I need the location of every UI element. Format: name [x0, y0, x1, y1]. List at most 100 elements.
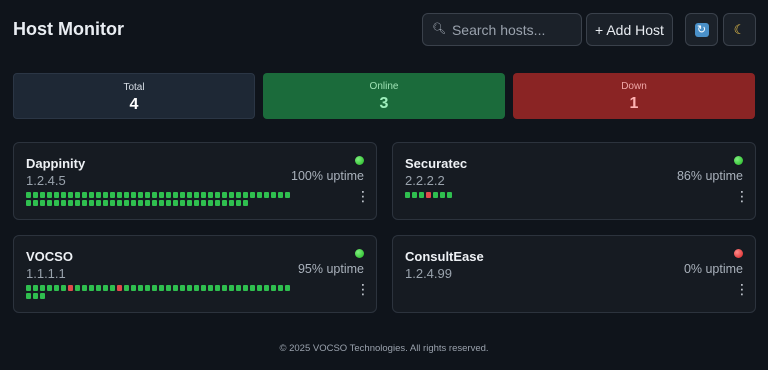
- host-uptime: 95% uptime: [297, 262, 364, 276]
- heartbeat-ok: [26, 192, 31, 198]
- heartbeat-ok: [131, 200, 136, 206]
- footer-copyright: © 2025 VOCSO Technologies. All rights re…: [279, 343, 489, 354]
- heartbeat-ok: [61, 200, 66, 206]
- add-host-button[interactable]: + Add Host: [586, 13, 673, 46]
- heartbeat-ok: [145, 200, 150, 206]
- heartbeat-ok: [243, 200, 248, 206]
- heartbeat-ok: [159, 285, 164, 291]
- heartbeat-ok: [75, 192, 80, 198]
- heartbeat-ok: [124, 200, 129, 206]
- more-options-icon[interactable]: ⋮: [356, 189, 370, 203]
- heartbeat-ok: [68, 200, 73, 206]
- heartbeat-ok: [222, 200, 227, 206]
- heartbeat-ok: [54, 285, 59, 291]
- host-card-consultease[interactable]: ConsultEase 1.2.4.99 0% uptime ⋮: [392, 235, 756, 313]
- heartbeat-ok: [229, 200, 234, 206]
- host-uptime: 0% uptime: [683, 262, 743, 276]
- heartbeat-ok: [54, 200, 59, 206]
- heartbeat-fail: [117, 285, 122, 291]
- heartbeat-ok: [131, 192, 136, 198]
- heartbeat-ok: [40, 200, 45, 206]
- heartbeat-ok: [173, 200, 178, 206]
- heartbeat-ok: [285, 285, 290, 291]
- heartbeat-ok: [180, 192, 185, 198]
- heartbeat-ok: [264, 192, 269, 198]
- search-icon: 🔍︎: [432, 23, 446, 35]
- heartbeat-ok: [145, 285, 150, 291]
- heartbeat-ok: [103, 192, 108, 198]
- host-uptime: 86% uptime: [676, 169, 743, 183]
- heartbeat-ok: [201, 200, 206, 206]
- heartbeat-ok: [82, 200, 87, 206]
- host-card-securatec[interactable]: Securatec 2.2.2.2 86% uptime ⋮: [392, 142, 756, 220]
- heartbeat-ok: [33, 200, 38, 206]
- heartbeat-ok: [103, 200, 108, 206]
- heartbeat-ok: [166, 285, 171, 291]
- stat-total: Total 4: [13, 73, 255, 119]
- refresh-button[interactable]: ↻: [685, 13, 718, 46]
- heartbeat-ok: [208, 285, 213, 291]
- stat-down: Down 1: [513, 73, 755, 119]
- refresh-icon: ↻: [694, 22, 709, 37]
- host-ip: 1.2.4.5: [26, 173, 66, 188]
- heartbeat-ok: [180, 285, 185, 291]
- heartbeat-ok: [250, 192, 255, 198]
- heartbeat-ok: [405, 192, 410, 198]
- heartbeat-ok: [187, 285, 192, 291]
- heartbeat-ok: [117, 200, 122, 206]
- more-options-icon[interactable]: ⋮: [356, 282, 370, 296]
- stat-total-value: 4: [129, 96, 139, 113]
- heartbeat-ok: [159, 192, 164, 198]
- host-name: ConsultEase: [405, 249, 484, 264]
- heartbeat-ok: [278, 285, 283, 291]
- heartbeat-ok: [138, 192, 143, 198]
- heartbeat-ok: [110, 200, 115, 206]
- more-options-icon[interactable]: ⋮: [735, 282, 749, 296]
- heartbeat-ok: [61, 192, 66, 198]
- heartbeat-ok: [124, 192, 129, 198]
- heartbeat-fail: [426, 192, 431, 198]
- heartbeat-ok: [194, 285, 199, 291]
- heartbeat-ok: [110, 192, 115, 198]
- stat-online-label: Online: [369, 81, 399, 92]
- host-ip: 1.2.4.99: [405, 266, 452, 281]
- heartbeat-ok: [47, 192, 52, 198]
- heartbeat-ok: [26, 200, 31, 206]
- host-ip: 2.2.2.2: [405, 173, 445, 188]
- header: Host Monitor 🔍︎ + Add Host ↻ ☾: [0, 0, 768, 60]
- theme-toggle-button[interactable]: ☾: [723, 13, 756, 46]
- heartbeat-ok: [419, 192, 424, 198]
- heartbeat-ok: [215, 285, 220, 291]
- search-box[interactable]: 🔍︎: [422, 13, 582, 46]
- heartbeat-ok: [243, 192, 248, 198]
- heartbeat-ok: [278, 192, 283, 198]
- heartbeat-ok: [47, 285, 52, 291]
- heartbeat-ok: [96, 192, 101, 198]
- host-card-dappinity[interactable]: Dappinity 1.2.4.5 100% uptime ⋮: [13, 142, 377, 220]
- heartbeat-ok: [187, 192, 192, 198]
- status-up-icon: [734, 156, 743, 165]
- heartbeat-ok: [33, 192, 38, 198]
- heartbeat-ok: [187, 200, 192, 206]
- heartbeat-ok: [145, 192, 150, 198]
- heartbeat-ok: [82, 285, 87, 291]
- heartbeat-ok: [96, 200, 101, 206]
- heartbeat-bar: [405, 192, 670, 198]
- search-input[interactable]: [451, 21, 572, 38]
- stat-down-value: 1: [629, 95, 639, 112]
- heartbeat-ok: [96, 285, 101, 291]
- heartbeat-ok: [257, 285, 262, 291]
- heartbeat-ok: [124, 285, 129, 291]
- heartbeat-ok: [110, 285, 115, 291]
- heartbeat-ok: [103, 285, 108, 291]
- heartbeat-ok: [173, 285, 178, 291]
- heartbeat-ok: [208, 200, 213, 206]
- more-options-icon[interactable]: ⋮: [735, 189, 749, 203]
- host-card-vocso[interactable]: VOCSO 1.1.1.1 95% uptime ⋮: [13, 235, 377, 313]
- heartbeat-ok: [194, 192, 199, 198]
- heartbeat-ok: [215, 200, 220, 206]
- stat-total-label: Total: [123, 82, 145, 93]
- heartbeat-ok: [138, 285, 143, 291]
- heartbeat-ok: [40, 285, 45, 291]
- heartbeat-ok: [89, 192, 94, 198]
